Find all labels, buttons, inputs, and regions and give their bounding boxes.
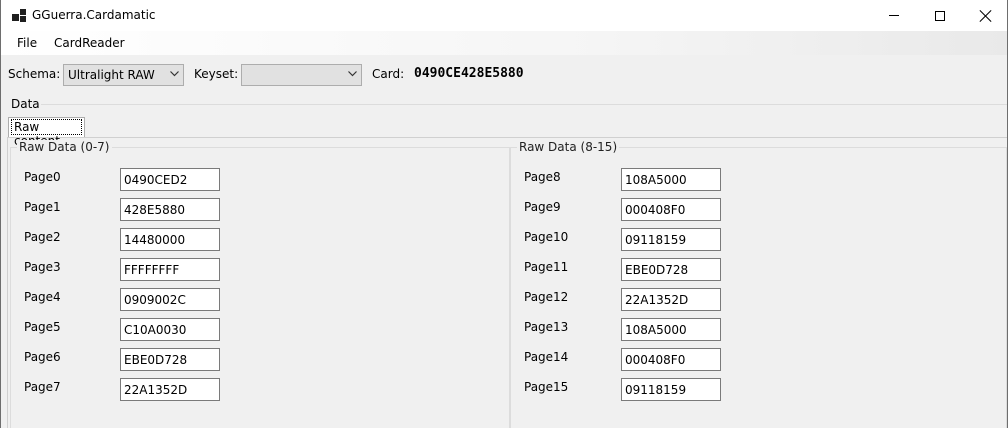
data-group-label: Data <box>11 97 40 111</box>
chevron-down-icon <box>170 71 179 79</box>
page-value-input[interactable]: C10A0030 <box>120 318 220 341</box>
raw-data-group-title: Raw Data (8-15) <box>517 140 620 154</box>
page-label: Page9 <box>524 200 561 214</box>
page-label: Page4 <box>24 290 61 304</box>
page-value-input[interactable]: 428E5880 <box>120 198 220 221</box>
minimize-button[interactable] <box>871 0 917 31</box>
keyset-select[interactable] <box>241 64 362 86</box>
page-label: Page7 <box>24 380 61 394</box>
page-value-input[interactable]: 22A1352D <box>621 288 721 311</box>
page-label: Page8 <box>524 170 561 184</box>
page-value-input[interactable]: EBE0D728 <box>120 348 220 371</box>
menu-cardreader[interactable]: CardReader <box>54 36 125 50</box>
maximize-button[interactable] <box>917 0 963 31</box>
chevron-down-icon <box>348 71 357 79</box>
minimize-icon <box>889 15 899 16</box>
maximize-icon <box>935 10 945 21</box>
page-label: Page13 <box>524 320 569 334</box>
page-label: Page11 <box>524 260 569 274</box>
schema-select-value: Ultralight RAW <box>68 68 155 82</box>
raw-data-group-0-7: Raw Data (0-7) <box>10 140 510 428</box>
page-value-input[interactable]: 000408F0 <box>621 348 721 371</box>
page-label: Page14 <box>524 350 569 364</box>
page-label: Page3 <box>24 260 61 274</box>
schema-label: Schema: <box>8 67 61 81</box>
close-icon <box>980 10 992 22</box>
menu-file[interactable]: File <box>17 36 37 50</box>
schema-select[interactable]: Ultralight RAW <box>63 64 184 86</box>
page-label: Page1 <box>24 200 61 214</box>
keyset-label: Keyset: <box>194 67 239 81</box>
page-label: Page6 <box>24 350 61 364</box>
page-value-input[interactable]: 09118159 <box>621 228 721 251</box>
raw-data-group-8-15: Raw Data (8-15) <box>510 140 1007 428</box>
card-label: Card: <box>372 67 405 81</box>
page-value-input[interactable]: 000408F0 <box>621 198 721 221</box>
page-label: Page5 <box>24 320 61 334</box>
page-label: Page15 <box>524 380 569 394</box>
page-value-input[interactable]: 22A1352D <box>120 378 220 401</box>
page-value-input[interactable]: 14480000 <box>120 228 220 251</box>
page-label: Page2 <box>24 230 61 244</box>
raw-data-group-title: Raw Data (0-7) <box>17 140 112 154</box>
page-value-input[interactable]: 09118159 <box>621 378 721 401</box>
page-value-input[interactable]: 108A5000 <box>621 318 721 341</box>
app-window: GGuerra.Cardamatic File CardReader Schem… <box>0 0 1008 428</box>
tab-raw-content[interactable]: Raw content <box>8 117 85 148</box>
page-value-input[interactable]: 0909002C <box>120 288 220 311</box>
page-value-input[interactable]: FFFFFFFF <box>120 258 220 281</box>
window-title: GGuerra.Cardamatic <box>32 8 156 22</box>
card-uid-value: 0490CE428E5880 <box>414 66 524 81</box>
page-label: Page10 <box>524 230 569 244</box>
title-bar[interactable]: GGuerra.Cardamatic <box>1 0 1007 31</box>
close-button[interactable] <box>963 0 1008 31</box>
app-icon <box>12 9 26 22</box>
page-value-input[interactable]: EBE0D728 <box>621 258 721 281</box>
menu-bar: File CardReader <box>1 31 1007 55</box>
data-group-divider <box>41 104 1007 105</box>
page-value-input[interactable]: 0490CED2 <box>120 168 220 191</box>
page-label: Page12 <box>524 290 569 304</box>
page-value-input[interactable]: 108A5000 <box>621 168 721 191</box>
page-label: Page0 <box>24 170 61 184</box>
